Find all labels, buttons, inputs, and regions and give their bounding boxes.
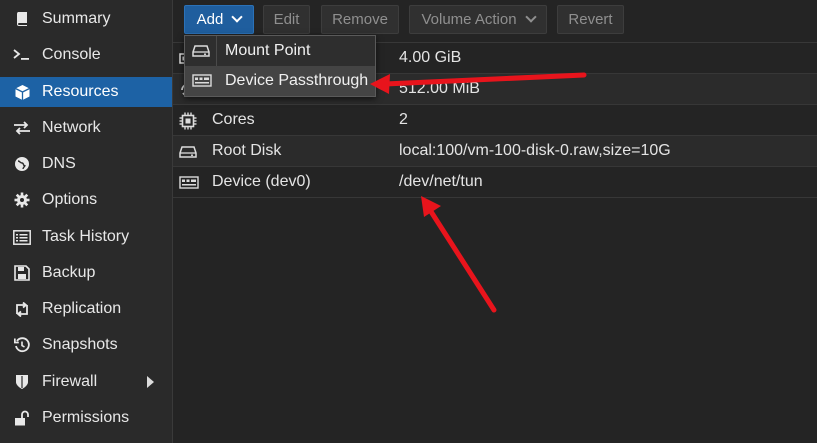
expand-caret-icon[interactable] — [147, 376, 154, 388]
row-key: Root Disk — [212, 142, 282, 159]
sidebar-item-label: Resources — [42, 83, 119, 100]
row-value: 512.00 MiB — [399, 80, 480, 97]
sidebar-item-task-history[interactable]: Task History — [0, 222, 172, 252]
hdd-icon — [192, 42, 210, 60]
row-key: Cores — [212, 111, 255, 128]
floppy-icon — [13, 264, 31, 282]
table-row[interactable]: Cores 2 — [173, 105, 817, 136]
sidebar-item-label: Firewall — [42, 373, 98, 390]
sidebar-item-label: Backup — [42, 264, 96, 281]
sidebar-item-label: Task History — [42, 228, 130, 245]
sidebar: Summary Console Resources Network DNS Op… — [0, 0, 173, 443]
edit-button[interactable]: Edit — [263, 5, 310, 34]
sidebar-item-label: Network — [42, 119, 101, 136]
row-value: local:100/vm-100-disk-0.raw,size=10G — [399, 142, 671, 159]
menu-item-label: Device Passthrough — [225, 72, 369, 89]
globe-icon — [13, 155, 31, 173]
menu-item-label: Mount Point — [225, 42, 311, 59]
row-value: 2 — [399, 111, 408, 128]
sidebar-item-replication[interactable]: Replication — [0, 294, 172, 324]
sidebar-item-console[interactable]: Console — [0, 40, 172, 70]
cpu-icon — [179, 112, 197, 130]
history-icon — [13, 336, 31, 354]
sidebar-item-summary[interactable]: Summary — [0, 4, 172, 34]
book-icon — [13, 10, 31, 28]
sidebar-item-label: Snapshots — [42, 336, 118, 353]
add-button[interactable]: Add — [184, 5, 254, 34]
row-value: 4.00 GiB — [399, 49, 462, 66]
annotation-arrow-to-device-value — [421, 196, 497, 313]
revert-button[interactable]: Revert — [557, 5, 624, 34]
retweet-icon — [13, 300, 31, 318]
row-value: /dev/net/tun — [399, 173, 483, 190]
table-row[interactable]: Root Disk local:100/vm-100-disk-0.raw,si… — [173, 136, 817, 167]
sidebar-item-label: Permissions — [42, 409, 130, 426]
sidebar-item-dns[interactable]: DNS — [0, 149, 172, 179]
row-key: Device (dev0) — [212, 173, 311, 190]
sidebar-item-backup[interactable]: Backup — [0, 258, 172, 288]
sidebar-item-network[interactable]: Network — [0, 113, 172, 143]
sidebar-item-resources[interactable]: Resources — [0, 77, 172, 107]
chevron-down-icon — [231, 11, 244, 23]
sidebar-item-label: Summary — [42, 10, 111, 27]
remove-button[interactable]: Remove — [321, 5, 399, 34]
cube-icon — [13, 83, 31, 101]
terminal-icon — [13, 46, 31, 64]
unlock-icon — [13, 409, 31, 427]
sidebar-item-label: DNS — [42, 155, 76, 172]
sidebar-item-firewall[interactable]: Firewall — [0, 367, 172, 397]
sidebar-item-snapshots[interactable]: Snapshots — [0, 330, 172, 360]
list-icon — [13, 228, 31, 246]
gear-icon — [13, 191, 31, 209]
sidebar-item-label: Replication — [42, 300, 122, 317]
device-card-icon — [179, 174, 199, 192]
sidebar-item-label: Options — [42, 191, 98, 208]
volume-action-button[interactable]: Volume Action — [409, 5, 547, 34]
menu-item-mount-point[interactable]: Mount Point — [185, 36, 375, 66]
sidebar-item-permissions[interactable]: Permissions — [0, 403, 172, 433]
shield-icon — [13, 373, 31, 391]
menu-item-device-passthrough[interactable]: Device Passthrough — [185, 66, 375, 96]
sidebar-item-label: Console — [42, 46, 101, 63]
add-dropdown-menu: Mount Point Device Passthrough — [184, 35, 376, 97]
device-card-icon — [192, 72, 212, 90]
exchange-icon — [13, 119, 31, 137]
hdd-icon — [179, 143, 197, 161]
table-row[interactable]: Device (dev0) /dev/net/tun — [173, 167, 817, 198]
sidebar-item-options[interactable]: Options — [0, 185, 172, 215]
chevron-down-icon — [524, 11, 537, 23]
